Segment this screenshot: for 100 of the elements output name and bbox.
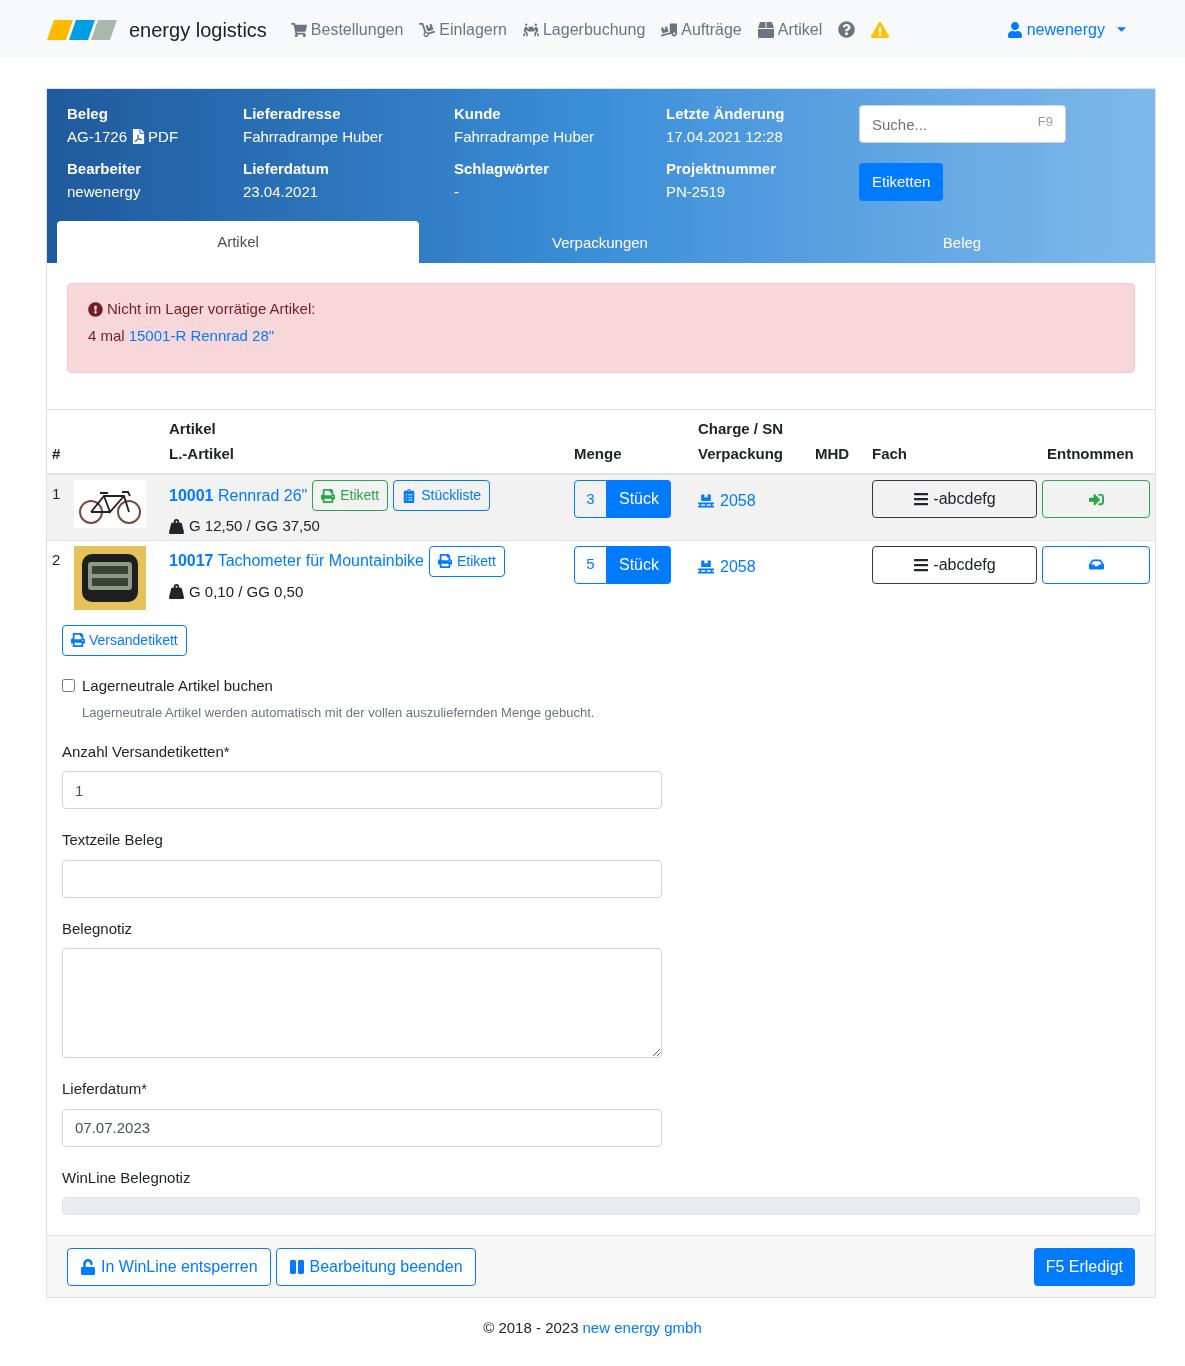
logo-icon <box>47 19 117 40</box>
field-label: Lieferdatum* <box>62 1079 149 1099</box>
weight-icon <box>169 518 184 534</box>
alert-count: 4 mal <box>88 325 125 346</box>
bin-button[interactable]: -abcdefg <box>872 545 1037 584</box>
header-label: Schlagwörter <box>454 159 551 179</box>
warning-icon[interactable] <box>871 20 890 39</box>
weight-icon <box>169 584 184 600</box>
help-text: Lagerneutrale Artikel werden automatisch mit der vollen auszuliefernden Menge gebucht. <box>82 704 596 722</box>
tab[interactable]: Artikel <box>57 221 419 263</box>
user-menu[interactable]: newenergy <box>1006 17 1126 42</box>
column-header: L.-Artikel <box>169 443 235 464</box>
header-label: Letzte Änderung <box>666 104 786 124</box>
printer-icon <box>438 554 452 568</box>
note-field[interactable] <box>62 948 662 1058</box>
unlock-icon <box>80 1258 96 1275</box>
parts-list-button[interactable]: Stückliste <box>393 480 491 511</box>
printer-icon <box>321 488 336 503</box>
labels-button[interactable]: Etiketten <box>859 163 944 201</box>
column-header: MHD <box>815 443 851 464</box>
search-placeholder: Suche... <box>872 115 928 135</box>
weight-text: G 12,50 / GG 37,50 <box>189 516 320 536</box>
header-label: Bearbeiter <box>67 159 143 179</box>
header-value: 17.04.2021 12:28 <box>666 126 783 147</box>
packaging-link[interactable]: 2058 <box>698 554 805 579</box>
nav-link[interactable]: Einlagern <box>419 17 507 42</box>
nav-link[interactable]: Bestellungen <box>290 17 404 42</box>
tab[interactable]: Beleg <box>781 221 1143 263</box>
checkbox[interactable] <box>62 679 75 693</box>
nav-link[interactable]: Lagerbuchung <box>522 17 646 42</box>
column-header: Fach <box>872 443 908 464</box>
done-button[interactable]: F5 Erledigt <box>1033 1247 1135 1286</box>
article-link[interactable]: 10017 Tachometer für Mountainbike <box>169 549 424 573</box>
inbox-icon <box>1088 557 1104 572</box>
finish-editing-button[interactable]: Bearbeitung beenden <box>275 1247 476 1286</box>
box-icon <box>757 21 774 38</box>
clipboard-icon <box>402 488 417 503</box>
column-header: Verpackung <box>698 443 785 464</box>
help-icon[interactable] <box>838 21 856 38</box>
taken-button[interactable] <box>1042 480 1150 518</box>
truck-icon <box>661 21 678 38</box>
unit-button[interactable]: Stück <box>607 545 671 584</box>
caret-icon <box>1117 27 1126 32</box>
pdf-icon <box>131 129 147 145</box>
column-header: Artikel <box>169 419 217 439</box>
unlock-button[interactable]: In WinLine entsperren <box>67 1247 271 1286</box>
header-value: AG-1726 <box>67 126 128 147</box>
nav-link[interactable]: Aufträge <box>661 17 742 42</box>
unit-button[interactable]: Stück <box>607 480 671 518</box>
nav-link[interactable]: Artikel <box>757 17 823 42</box>
brand-name[interactable]: energy logistics <box>129 14 267 45</box>
company-link[interactable]: new energy gmbh <box>582 1317 702 1340</box>
input-field[interactable]: 07.07.2023 <box>62 1108 662 1147</box>
sign-in-icon <box>1088 491 1104 507</box>
column-header: Entnommen <box>1047 443 1135 464</box>
row-number: 1 <box>52 485 61 502</box>
dolly-icon <box>419 21 436 38</box>
error-icon <box>88 301 103 317</box>
input-field[interactable] <box>62 859 662 898</box>
pallet-icon <box>698 493 714 509</box>
header-label: Kunde <box>454 104 502 124</box>
pdf-link[interactable]: PDF <box>131 125 179 148</box>
column-header: # <box>52 443 62 464</box>
take-button[interactable] <box>1042 545 1150 584</box>
field-label: WinLine Belegnotiz <box>62 1167 192 1188</box>
user-icon <box>1006 21 1023 38</box>
field-label: Textzeile Beleg <box>62 830 164 850</box>
field-label: Anzahl Versandetiketten* <box>62 741 231 762</box>
input-field[interactable]: 1 <box>62 771 662 809</box>
bin-button[interactable]: -abcdefg <box>872 480 1037 518</box>
header-value: newenergy <box>67 181 141 202</box>
packaging-link[interactable]: 2058 <box>698 489 805 513</box>
label-button[interactable]: Etikett <box>429 545 505 577</box>
article-link[interactable]: 10001 Rennrad 26" <box>169 483 308 508</box>
menu-icon <box>913 491 930 507</box>
alert-title: Nicht im Lager vorrätige Artikel: <box>107 299 316 319</box>
label-button[interactable]: Etikett <box>312 480 389 511</box>
weight-text: G 0,10 / GG 0,50 <box>189 581 304 602</box>
header-label: Lieferadresse <box>243 104 342 124</box>
header-value: - <box>454 181 459 202</box>
column-header: Menge <box>574 443 623 464</box>
header-value: Fahrradrampe Huber <box>243 126 384 147</box>
shortcut-hint: F9 <box>1037 113 1053 131</box>
article-link[interactable]: 15001-R Rennrad 28" <box>128 324 275 347</box>
header-value: Fahrradrampe Huber <box>454 126 595 147</box>
cart-icon <box>290 21 307 38</box>
copyright-text: © 2018 - 2023 <box>483 1318 579 1338</box>
printer-icon <box>71 633 85 647</box>
field-label: Belegnotiz <box>62 918 134 939</box>
tab[interactable]: Verpackungen <box>419 221 781 263</box>
pause-icon <box>288 1258 305 1275</box>
checkbox-label: Lagerneutrale Artikel buchen <box>82 675 273 696</box>
header-value: 23.04.2021 <box>243 181 319 202</box>
search-field[interactable]: Suche... F9 <box>859 105 1066 143</box>
people-carry-icon <box>522 21 539 38</box>
shipping-label-button[interactable]: Versandetikett <box>62 624 187 656</box>
pallet-icon <box>698 558 714 575</box>
header-label: Beleg <box>67 104 109 124</box>
row-number: 2 <box>52 550 61 568</box>
menu-icon <box>913 556 930 573</box>
